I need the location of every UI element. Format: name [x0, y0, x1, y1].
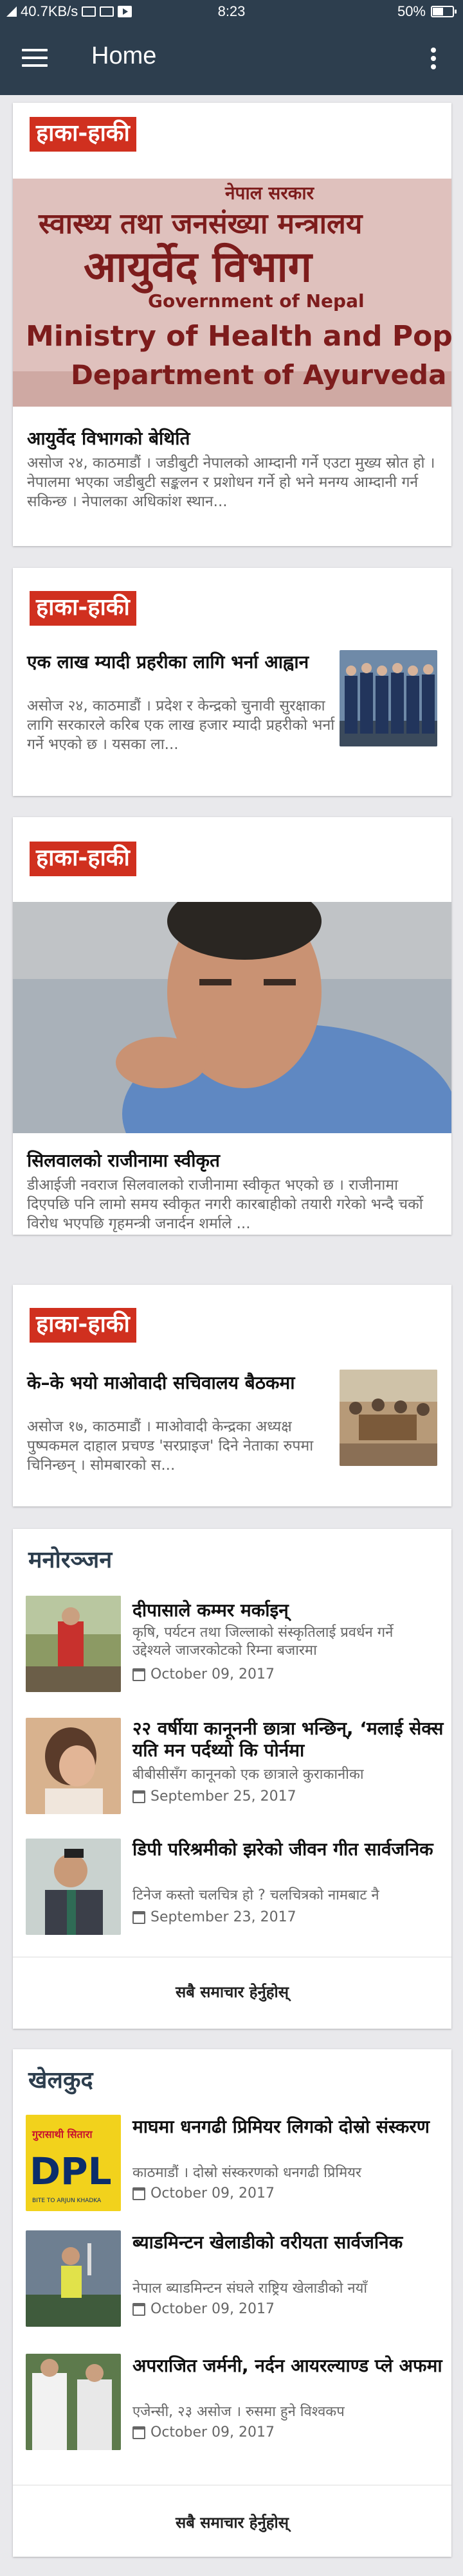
- view-all-news-button[interactable]: सबै समाचार हेर्नुहोस्: [13, 1981, 451, 2002]
- item-thumbnail: [26, 2230, 121, 2327]
- sign-line: Ministry of Health and Population: [26, 320, 451, 353]
- item-title: ब्याडमिन्टन खेलाडीको वरीयता सार्वजनिक: [132, 2232, 403, 2253]
- item-title: दीपासाले कम्मर मर्काइन्: [132, 1600, 289, 1621]
- article-title: आयुर्वेद विभागको बेथिति: [27, 428, 190, 449]
- battery-icon: [431, 6, 457, 17]
- item-title: २२ वर्षीया कानूननी छात्रा भन्छिन्, ‘मलाई…: [132, 1718, 444, 1761]
- item-subtitle: नेपाल ब्याडमिन्टन संघले राष्ट्रिय खेलाडी…: [132, 2280, 368, 2297]
- sign-line: आयुर्वेद विभाग: [84, 242, 314, 294]
- article-thumbnail: [340, 650, 437, 746]
- calendar-icon: [132, 1910, 145, 1924]
- item-date: September 25, 2017: [132, 1788, 296, 1804]
- menu-icon[interactable]: [22, 49, 48, 68]
- calendar-icon: [132, 2302, 145, 2316]
- news-card[interactable]: हाका-हाकी के–के भयो माओवादी सचिवालय बैठक…: [13, 1285, 451, 1506]
- article-title: सिलवालको राजीनामा स्वीकृत: [27, 1150, 220, 1171]
- page-title: Home: [91, 42, 157, 69]
- list-item[interactable]: अपराजित जर्मनी, नर्दन आयरल्याण्ड प्ले अफ…: [13, 2340, 451, 2455]
- item-subtitle: एजेन्सी, २३ असोज । रुसमा हुने विश्वकप: [132, 2404, 345, 2420]
- logo-text: गुरासाथी सितारा: [32, 2128, 93, 2141]
- sign-line: Department of Ayurveda: [71, 359, 446, 391]
- item-thumbnail: गुरासाथी सितारा DPL BITE TO ARJUN KHADKA: [26, 2115, 121, 2211]
- article-excerpt: असोज २४, काठमाडौं । जडीबुटी नेपालको आम्द…: [27, 455, 435, 510]
- item-thumbnail: [26, 1596, 121, 1692]
- section-entertainment: मनोरञ्जन दीपासाले कम्मर मर्काइन् कृषि, प…: [13, 1529, 451, 2029]
- article-title: एक लाख म्यादी प्रहरीका लागि भर्ना आह्वान: [27, 651, 309, 673]
- section-title: खेलकुद: [28, 2067, 93, 2094]
- calendar-icon: [132, 1668, 145, 1681]
- view-all-news-button[interactable]: सबै समाचार हेर्नुहोस्: [13, 2512, 451, 2533]
- item-date: October 09, 2017: [132, 2424, 275, 2440]
- item-date: October 09, 2017: [132, 2301, 275, 2317]
- item-subtitle: बीबीसीसँग कानूनको एक छात्राले कुराकानीका: [132, 1767, 364, 1783]
- sign-line: नेपाल सरकार: [224, 182, 315, 204]
- category-badge: हाका-हाकी: [30, 1308, 136, 1343]
- list-item[interactable]: डिपी परिश्रमीको झरेको जीवन गीत सार्वजनिक…: [13, 1823, 451, 1939]
- item-title: अपराजित जर्मनी, नर्दन आयरल्याण्ड प्ले अफ…: [132, 2355, 442, 2376]
- sign-line: Government of Nepal: [148, 290, 365, 312]
- section-sports: खेलकुद गुरासाथी सितारा DPL BITE TO ARJUN…: [13, 2049, 451, 2557]
- section-title: मनोरञ्जन: [28, 1547, 113, 1573]
- item-thumbnail: [26, 1839, 121, 1935]
- item-date: October 09, 2017: [132, 1666, 275, 1682]
- list-item[interactable]: २२ वर्षीया कानूननी छात्रा भन्छिन्, ‘मलाई…: [13, 1702, 451, 1818]
- calendar-icon: [132, 1790, 145, 1803]
- item-date: September 23, 2017: [132, 1909, 296, 1925]
- more-options-icon[interactable]: [431, 48, 437, 71]
- clock: 8:23: [217, 3, 246, 19]
- article-title: के–के भयो माओवादी सचिवालय बैठकमा: [27, 1372, 295, 1393]
- list-item[interactable]: गुरासाथी सितारा DPL BITE TO ARJUN KHADKA…: [13, 2101, 451, 2216]
- item-thumbnail: [26, 2354, 121, 2450]
- battery-level: 50%: [397, 3, 426, 19]
- item-thumbnail: [26, 1718, 121, 1814]
- hero-image: नेपाल सरकार स्वास्थ्य तथा जनसंख्या मन्त्…: [13, 179, 451, 407]
- logo-text: BITE TO ARJUN KHADKA: [32, 2198, 102, 2204]
- news-card[interactable]: हाका-हाकी एक लाख म्यादी प्रहरीका लागि भर…: [13, 568, 451, 796]
- article-excerpt: डीआईजी नवराज सिलवालको राजीनामा स्वीकृत भ…: [27, 1177, 423, 1232]
- item-title: माघमा धनगढी प्रिमियर लिगको दोस्रो संस्कर…: [132, 2116, 430, 2137]
- list-item[interactable]: दीपासाले कम्मर मर्काइन् कृषि, पर्यटन तथा…: [13, 1580, 451, 1696]
- logo-text: DPL: [30, 2149, 112, 2193]
- item-date: October 09, 2017: [132, 2185, 275, 2201]
- list-item[interactable]: ब्याडमिन्टन खेलाडीको वरीयता सार्वजनिक ने…: [13, 2216, 451, 2332]
- hero-image: [13, 902, 451, 1133]
- item-subtitle: टिनेज कस्तो चलचित्र हो ? चलचित्रको नामबा…: [132, 1887, 379, 1903]
- category-badge: हाका-हाकी: [30, 842, 136, 876]
- article-excerpt: असोज २४, काठमाडौं । प्रदेश र केन्द्रको च…: [27, 698, 335, 753]
- calendar-icon: [132, 2426, 145, 2439]
- news-card[interactable]: हाका-हाकी नेपाल सरकार स्वास्थ्य तथा जनसं…: [13, 103, 451, 546]
- calendar-icon: [132, 2187, 145, 2200]
- category-badge: हाका-हाकी: [30, 591, 136, 626]
- item-subtitle: काठमाडौं । दोस्रो संस्करणको धनगढी प्रिमि…: [132, 2165, 362, 2181]
- sign-line: स्वास्थ्य तथा जनसंख्या मन्त्रालय: [38, 207, 363, 240]
- category-badge: हाका-हाकी: [30, 117, 136, 152]
- article-excerpt: असोज १७, काठमाडौं । माओवादी केन्द्रका अध…: [27, 1418, 314, 1474]
- item-title: डिपी परिश्रमीको झरेको जीवन गीत सार्वजनिक: [132, 1839, 433, 1860]
- article-thumbnail: [340, 1370, 437, 1466]
- status-bar: 40.7KB/s 8:23 50%: [0, 0, 463, 23]
- app-bar: Home: [0, 23, 463, 95]
- news-card[interactable]: हाका-हाकी सिलवालको राजीनामा स्वीकृत डीआई…: [13, 817, 451, 1235]
- item-subtitle: कृषि, पर्यटन तथा जिल्लाको संस्कृतिलाई प्…: [132, 1625, 394, 1659]
